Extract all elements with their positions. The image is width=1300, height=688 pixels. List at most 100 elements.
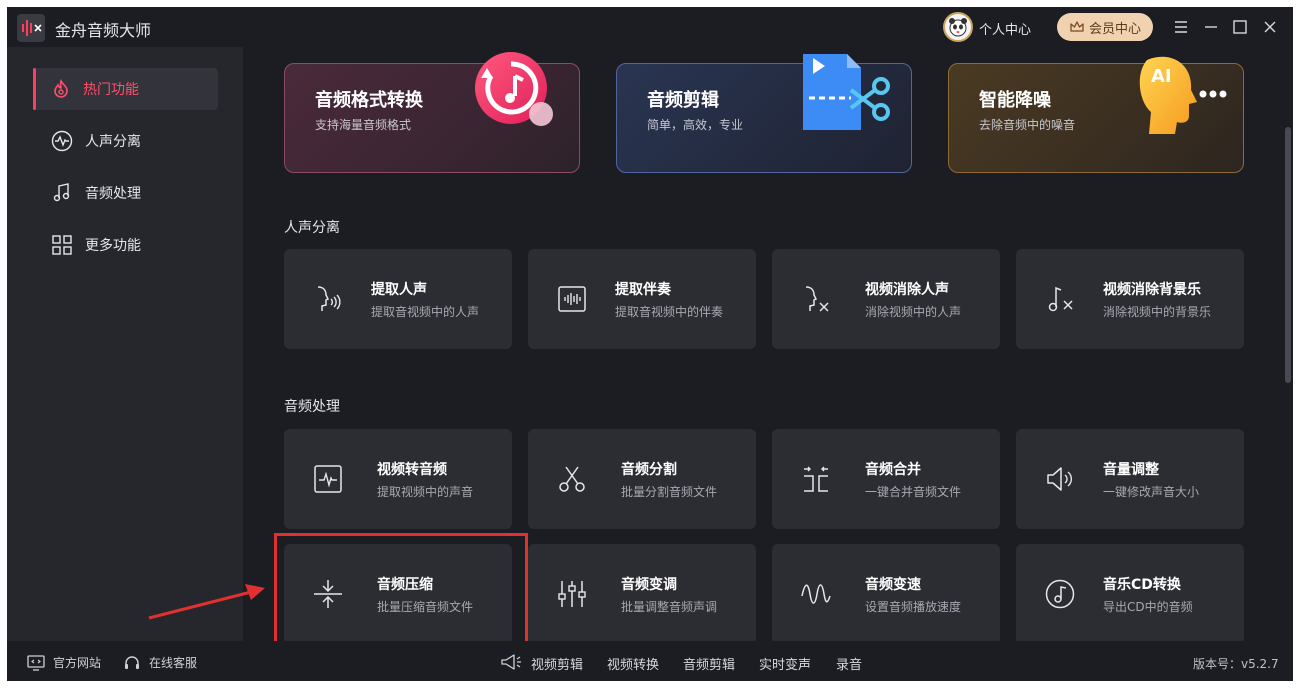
- card-subtitle: 一键合并音频文件: [865, 485, 962, 499]
- menu-icon[interactable]: [1171, 17, 1191, 37]
- card-audio-merge[interactable]: 音频合并 一键合并音频文件: [772, 429, 1000, 529]
- card-subtitle: 消除视频中的人声: [865, 305, 962, 319]
- official-website-link[interactable]: 官方网站: [27, 654, 101, 671]
- hero-title: 音频剪辑: [647, 90, 719, 111]
- sidebar: 热门功能 人声分离 音频处理 更多功能: [7, 47, 243, 641]
- sidebar-item-label: 音频处理: [85, 186, 141, 202]
- card-extract-accompaniment[interactable]: 提取伴奏 提取音视频中的伴奏: [528, 249, 756, 349]
- card-title: 音频变调: [621, 577, 677, 593]
- music-remove-icon: [1048, 286, 1073, 312]
- highlight-box: [274, 533, 528, 655]
- card-subtitle: 一键修改声音大小: [1103, 485, 1200, 499]
- video-to-audio-icon: [314, 465, 342, 493]
- footer-tool-voice-changer[interactable]: 实时变声: [759, 654, 811, 673]
- title-bar: 金舟音频大师 个人中心 会员中心: [7, 7, 1293, 47]
- hero-subtitle: 去除音频中的噪音: [979, 118, 1076, 132]
- card-title: 视频转音频: [377, 462, 447, 478]
- card-subtitle: 批量调整音频声调: [621, 600, 718, 614]
- app-window: 金舟音频大师 个人中心 会员中心 热门功能 人声分离 音频处理 更多功能 音频格…: [7, 7, 1293, 681]
- cd-music-icon: [1045, 579, 1075, 609]
- footer-tool-video-edit[interactable]: 视频剪辑: [531, 654, 583, 673]
- card-subtitle: 消除视频中的背景乐: [1103, 305, 1212, 319]
- section-title-audio: 音频处理: [284, 399, 340, 415]
- footer-bar: 官方网站 在线客服 视频剪辑 视频转换 音频剪辑 实时变声 录音 版本号：v5.…: [7, 641, 1293, 681]
- hero-title: 音频格式转换: [315, 90, 423, 111]
- card-subtitle: 提取音视频中的伴奏: [615, 305, 724, 319]
- vip-center-button[interactable]: 会员中心: [1057, 13, 1153, 41]
- card-title: 音乐CD转换: [1103, 577, 1181, 593]
- card-subtitle: 设置音频播放速度: [865, 600, 962, 614]
- footer-tool-audio-edit[interactable]: 音频剪辑: [683, 654, 735, 673]
- card-remove-bgm[interactable]: 视频消除背景乐 消除视频中的背景乐: [1016, 249, 1244, 349]
- ai-badge: AI: [1151, 66, 1172, 87]
- card-title: 视频消除人声: [865, 282, 949, 298]
- file-scissors-icon: [803, 54, 890, 130]
- waveform-circle-icon: [51, 130, 73, 152]
- card-remove-vocal[interactable]: 视频消除人声 消除视频中的人声: [772, 249, 1000, 349]
- speaker-icon: [1047, 467, 1072, 491]
- hero-title: 智能降噪: [979, 90, 1051, 111]
- online-support-link[interactable]: 在线客服: [123, 654, 197, 671]
- card-video-to-audio[interactable]: 视频转音频 提取视频中的声音: [284, 429, 512, 529]
- card-audio-pitch[interactable]: 音频变调 批量调整音频声调: [528, 544, 756, 641]
- card-extract-vocal[interactable]: 提取人声 提取音视频中的人声: [284, 249, 512, 349]
- headset-icon: [125, 655, 139, 669]
- app-title: 金舟音频大师: [55, 21, 152, 40]
- card-subtitle: 批量分割音频文件: [621, 485, 718, 499]
- sidebar-item-label: 热门功能: [83, 82, 139, 98]
- sidebar-item-audio[interactable]: 音频处理: [33, 172, 218, 214]
- wave-speed-icon: [801, 584, 831, 604]
- card-audio-speed[interactable]: 音频变速 设置音频播放速度: [772, 544, 1000, 641]
- sidebar-item-hot[interactable]: 热门功能: [33, 68, 218, 110]
- crown-icon: [1070, 21, 1084, 32]
- grid-icon: [52, 235, 72, 255]
- user-center-link[interactable]: 个人中心: [979, 19, 1031, 38]
- music-convert-icon: [475, 52, 553, 126]
- hero-card-format-convert[interactable]: 音频格式转换 支持海量音频格式: [284, 52, 580, 173]
- maximize-icon[interactable]: [1230, 17, 1250, 37]
- card-audio-split[interactable]: 音频分割 批量分割音频文件: [528, 429, 756, 529]
- close-icon[interactable]: [1260, 17, 1280, 37]
- hero-subtitle: 支持海量音频格式: [315, 118, 412, 132]
- sidebar-item-label: 更多功能: [85, 238, 141, 254]
- hero-card-denoise[interactable]: 智能降噪 去除音频中的噪音 AI: [948, 56, 1244, 173]
- merge-icon: [804, 466, 828, 492]
- card-volume-adjust[interactable]: 音量调整 一键修改声音大小: [1016, 429, 1244, 529]
- online-support-label: 在线客服: [149, 656, 198, 670]
- version-label: 版本号：v5.2.7: [1193, 657, 1279, 671]
- card-title: 提取伴奏: [615, 282, 671, 298]
- scissors-icon: [559, 466, 585, 492]
- app-logo-icon: [17, 14, 45, 42]
- sidebar-item-vocal[interactable]: 人声分离: [33, 120, 218, 162]
- card-title: 视频消除背景乐: [1103, 282, 1201, 298]
- voice-face-icon: [317, 286, 341, 311]
- footer-tool-video-convert[interactable]: 视频转换: [607, 654, 659, 673]
- card-title: 音频合并: [865, 462, 921, 478]
- sliders-icon: [558, 581, 586, 607]
- hero-card-audio-edit[interactable]: 音频剪辑 简单，高效，专业: [616, 54, 912, 173]
- vip-label: 会员中心: [1088, 21, 1141, 37]
- card-subtitle: 提取音视频中的人声: [371, 305, 480, 319]
- section-title-vocal: 人声分离: [284, 220, 340, 236]
- minimize-icon[interactable]: [1201, 17, 1221, 37]
- megaphone-icon: [501, 654, 521, 670]
- sidebar-item-label: 人声分离: [85, 134, 141, 150]
- card-title: 音频分割: [621, 462, 677, 478]
- hero-subtitle: 简单，高效，专业: [647, 118, 744, 132]
- monitor-icon: [27, 654, 45, 671]
- fire-icon: [54, 79, 68, 98]
- card-title: 音频变速: [865, 577, 921, 593]
- voice-remove-icon: [805, 286, 829, 312]
- sidebar-item-more[interactable]: 更多功能: [33, 224, 218, 266]
- card-subtitle: 导出CD中的音频: [1103, 600, 1193, 614]
- official-website-label: 官方网站: [53, 656, 102, 670]
- music-note-icon: [53, 183, 70, 202]
- scrollbar[interactable]: [1285, 127, 1291, 383]
- card-cd-convert[interactable]: 音乐CD转换 导出CD中的音频: [1016, 544, 1244, 641]
- card-subtitle: 提取视频中的声音: [377, 485, 474, 499]
- waveform-box-icon: [558, 286, 586, 312]
- card-title: 音量调整: [1103, 462, 1159, 478]
- footer-tool-record[interactable]: 录音: [836, 654, 862, 673]
- card-title: 提取人声: [371, 282, 427, 298]
- avatar[interactable]: [943, 12, 973, 42]
